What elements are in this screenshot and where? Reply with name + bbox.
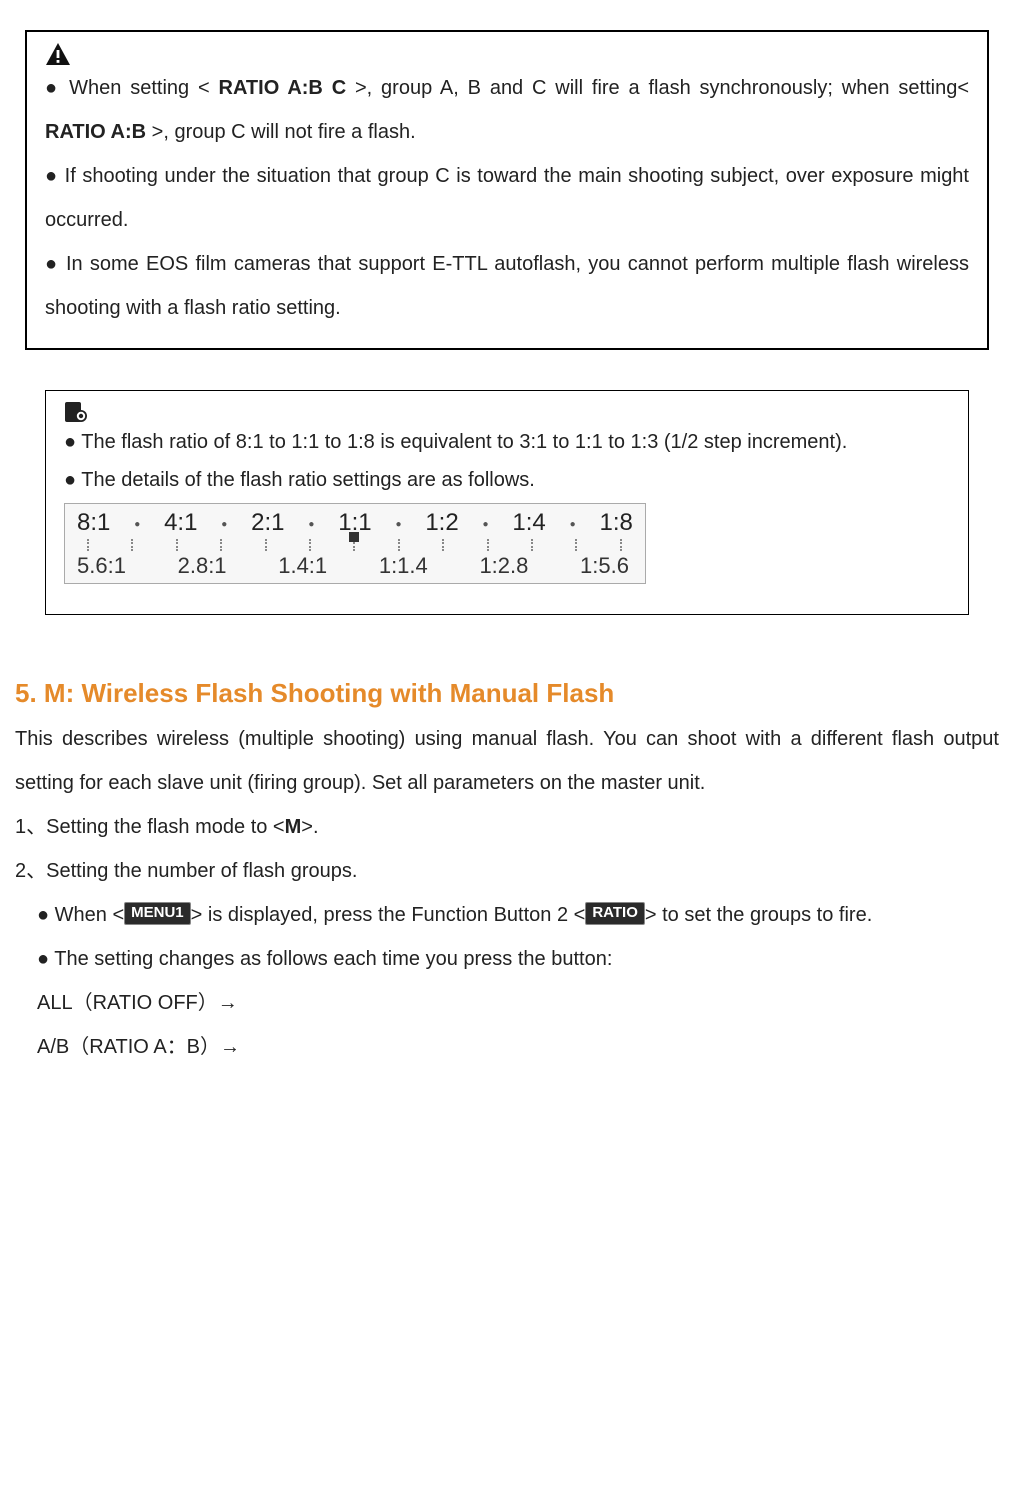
scale-label: 1:2.8 bbox=[479, 554, 528, 578]
text: > to set the groups to fire. bbox=[645, 904, 872, 926]
scale-label: 2.8:1 bbox=[178, 554, 227, 578]
scale-bottom-row: 5.6:1 2.8:1 1.4:1 1:1.4 1:2.8 1:5.6 bbox=[75, 554, 635, 578]
scale-dot: ● bbox=[221, 519, 227, 536]
text: >, group A, B and C will fire a flash sy… bbox=[346, 77, 969, 99]
scale-label: 1:8 bbox=[599, 510, 632, 536]
warning-box: ● When setting < RATIO A:B C >, group A,… bbox=[25, 30, 989, 350]
scale-label: 2:1 bbox=[251, 510, 284, 536]
scale-label: 4:1 bbox=[164, 510, 197, 536]
sequence-line-1: ALL（RATIO OFF）→ bbox=[15, 981, 999, 1025]
text: ● When setting < bbox=[45, 77, 219, 99]
text: ● When < bbox=[37, 904, 124, 926]
step-2: 2、Setting the number of flash groups. bbox=[15, 849, 999, 893]
warning-bullet-2: ● If shooting under the situation that g… bbox=[45, 154, 969, 242]
scale-dot: ● bbox=[483, 519, 489, 536]
sequence-line-2: A/B（RATIO A：B）→ bbox=[15, 1025, 999, 1069]
warning-icon bbox=[45, 42, 969, 66]
scale-label: 1:4 bbox=[512, 510, 545, 536]
text: >, group C will not fire a flash. bbox=[146, 121, 416, 143]
section-intro: This describes wireless (multiple shooti… bbox=[15, 717, 999, 805]
info-bullet-2: ● The details of the flash ratio setting… bbox=[64, 461, 950, 499]
scale-dot: ● bbox=[308, 519, 314, 536]
step-1: 1、Setting the flash mode to <M>. bbox=[15, 805, 999, 849]
scale-label: 1:2 bbox=[425, 510, 458, 536]
step-2-sub-1: ● When <MENU1> is displayed, press the F… bbox=[15, 893, 999, 937]
text: >. bbox=[301, 816, 318, 838]
text-bold: M bbox=[285, 816, 302, 838]
info-bullet-1: ● The flash ratio of 8:1 to 1:1 to 1:8 i… bbox=[64, 423, 950, 461]
scale-label: 8:1 bbox=[77, 510, 110, 536]
info-box: ● The flash ratio of 8:1 to 1:1 to 1:8 i… bbox=[45, 390, 969, 615]
scale-dot: ● bbox=[395, 519, 401, 536]
scale-dot: ● bbox=[134, 519, 140, 536]
section-heading: 5. M: Wireless Flash Shooting with Manua… bbox=[15, 675, 999, 711]
text: > is displayed, press the Function Butto… bbox=[191, 904, 586, 926]
ratio-badge: RATIO bbox=[585, 902, 645, 925]
scale-label: 1.4:1 bbox=[278, 554, 327, 578]
scale-ticks bbox=[75, 538, 635, 552]
scale-label: 1:5.6 bbox=[580, 554, 629, 578]
warning-bullet-1: ● When setting < RATIO A:B C >, group A,… bbox=[45, 66, 969, 154]
text-bold: RATIO A:B bbox=[45, 121, 146, 143]
scale-dot: ● bbox=[570, 519, 576, 536]
scale-label: 5.6:1 bbox=[77, 554, 126, 578]
text: 1、Setting the flash mode to < bbox=[15, 816, 285, 838]
scale-label: 1:1.4 bbox=[379, 554, 428, 578]
info-icon bbox=[64, 401, 950, 423]
step-2-sub-2: ● The setting changes as follows each ti… bbox=[15, 937, 999, 981]
warning-bullet-3: ● In some EOS film cameras that support … bbox=[45, 242, 969, 330]
text-bold: RATIO A:B C bbox=[219, 77, 347, 99]
ratio-scale-diagram: 8:1● 4:1● 2:1● 1:1● 1:2● 1:4● 1:8 5.6:1 … bbox=[64, 503, 646, 584]
scale-center-marker bbox=[349, 532, 359, 542]
menu1-badge: MENU1 bbox=[124, 902, 191, 925]
